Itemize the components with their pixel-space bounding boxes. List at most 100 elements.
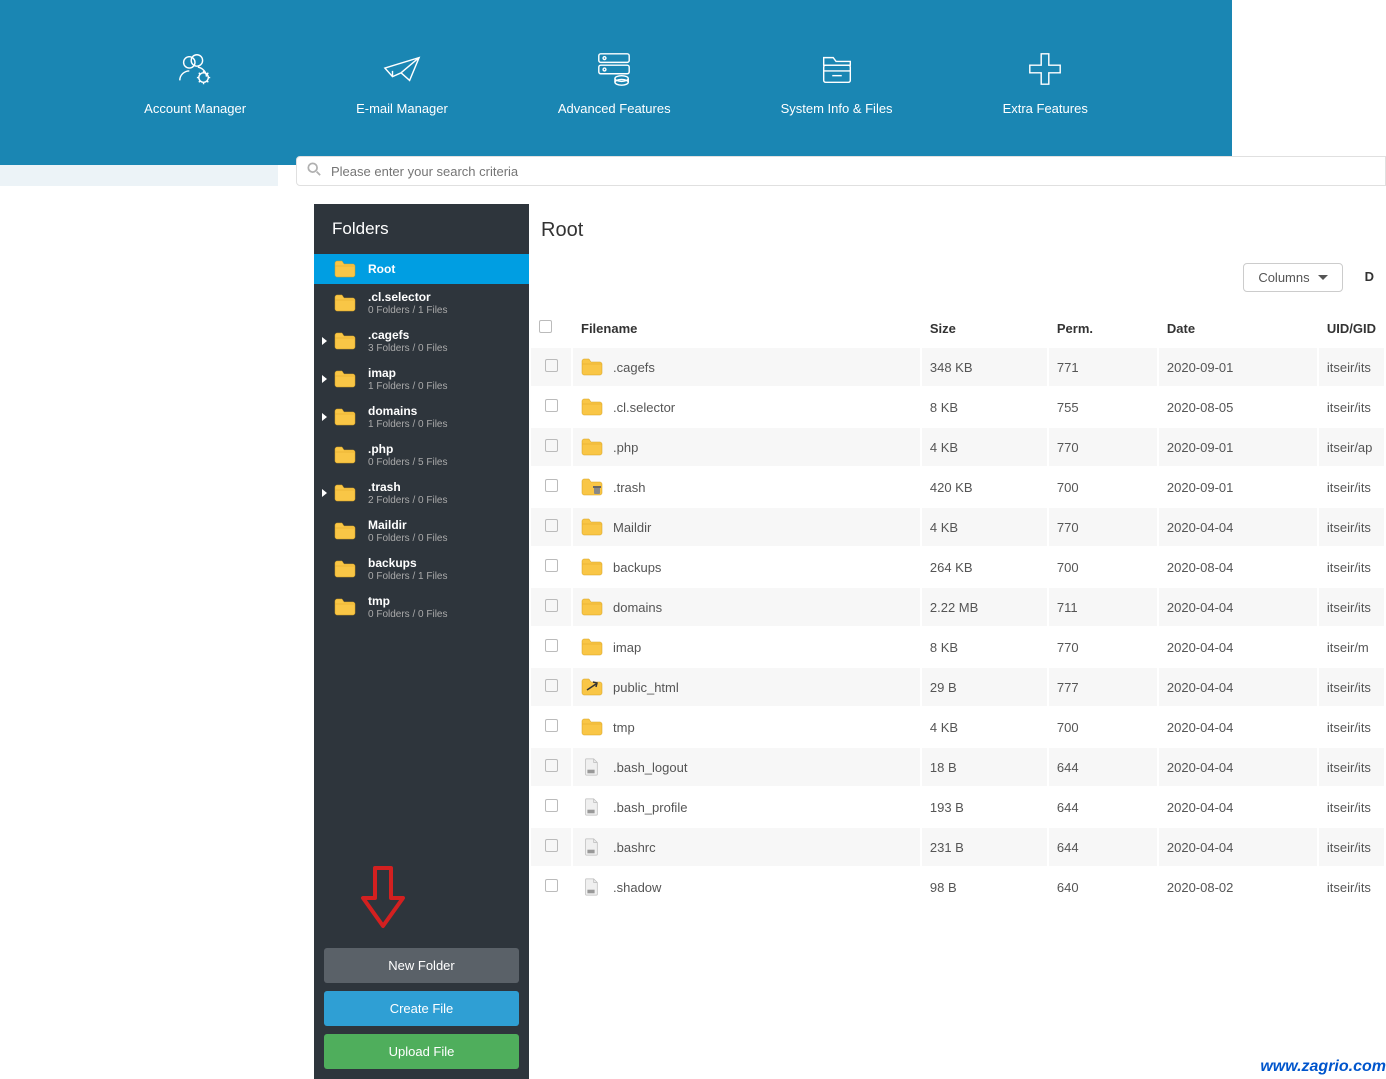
filename-text: backups [613,560,661,575]
cell-date: 2020-04-04 [1159,628,1317,666]
table-row[interactable]: public_html29 B7772020-04-04itseir/its [531,668,1384,706]
row-checkbox[interactable] [531,748,571,786]
folder-meta: 1 Folders / 0 Files [368,381,447,392]
file-type-icon [581,678,601,696]
table-row[interactable]: backups264 KB7002020-08-04itseir/its [531,548,1384,586]
table-row[interactable]: .bashrc231 B6442020-04-04itseir/its [531,828,1384,866]
table-row[interactable]: .cagefs348 KB7712020-09-01itseir/its [531,348,1384,386]
folder-meta: 2 Folders / 0 Files [368,495,447,506]
file-type-icon [581,758,601,776]
cell-date: 2020-09-01 [1159,468,1317,506]
sidebar-folder-item[interactable]: backups0 Folders / 1 Files [314,550,529,588]
row-checkbox[interactable] [531,548,571,586]
cell-perm: 640 [1049,868,1157,906]
cell-filename: .cagefs [573,348,920,386]
folder-meta: 3 Folders / 0 Files [368,343,447,354]
nav-extra-features[interactable]: Extra Features [1003,49,1088,116]
cell-uidgid: itseir/its [1319,588,1384,626]
header-size[interactable]: Size [922,310,1047,346]
table-header-row: Filename Size Perm. Date UID/GID [531,310,1384,346]
folder-icon [334,260,356,278]
header-filename[interactable]: Filename [573,310,920,346]
cell-size: 98 B [922,868,1047,906]
cell-size: 4 KB [922,428,1047,466]
cell-perm: 644 [1049,828,1157,866]
cell-perm: 770 [1049,508,1157,546]
cell-filename: public_html [573,668,920,706]
new-folder-button[interactable]: New Folder [324,948,519,983]
table-row[interactable]: domains2.22 MB7112020-04-04itseir/its [531,588,1384,626]
columns-button[interactable]: Columns [1243,263,1342,292]
row-checkbox[interactable] [531,708,571,746]
cell-date: 2020-09-01 [1159,428,1317,466]
table-row[interactable]: imap8 KB7702020-04-04itseir/m [531,628,1384,666]
table-row[interactable]: .php4 KB7702020-09-01itseir/ap [531,428,1384,466]
row-checkbox[interactable] [531,668,571,706]
sidebar-folder-item[interactable]: Maildir0 Folders / 0 Files [314,512,529,550]
table-row[interactable]: Maildir4 KB7702020-04-04itseir/its [531,508,1384,546]
cell-perm: 644 [1049,788,1157,826]
row-checkbox[interactable] [531,388,571,426]
row-checkbox[interactable] [531,628,571,666]
row-checkbox[interactable] [531,828,571,866]
header-uidgid[interactable]: UID/GID [1319,310,1384,346]
folder-name: domains [368,404,447,418]
folder-text: tmp0 Folders / 0 Files [368,594,447,620]
cell-date: 2020-04-04 [1159,668,1317,706]
top-nav: Account Manager E-mail Manager Advanced … [0,0,1232,165]
row-checkbox[interactable] [531,588,571,626]
cell-filename: imap [573,628,920,666]
nav-advanced-features[interactable]: Advanced Features [558,49,671,116]
header-checkbox[interactable] [531,310,571,346]
nav-system-info[interactable]: System Info & Files [781,49,893,116]
search-input[interactable] [331,164,1375,179]
table-row[interactable]: .bash_logout18 B6442020-04-04itseir/its [531,748,1384,786]
sidebar-folder-item[interactable]: domains1 Folders / 0 Files [314,398,529,436]
header-date[interactable]: Date [1159,310,1317,346]
filename-text: tmp [613,720,635,735]
sidebar-folder-item[interactable]: .php0 Folders / 5 Files [314,436,529,474]
filename-text: Maildir [613,520,651,535]
row-checkbox[interactable] [531,868,571,906]
filename-text: public_html [613,680,679,695]
row-checkbox[interactable] [531,428,571,466]
cell-uidgid: itseir/its [1319,748,1384,786]
row-checkbox[interactable] [531,788,571,826]
cell-date: 2020-04-04 [1159,748,1317,786]
sidebar-folder-item[interactable]: .cagefs3 Folders / 0 Files [314,322,529,360]
sidebar-actions: New Folder Create File Upload File [314,938,529,1079]
table-row[interactable]: .shadow98 B6402020-08-02itseir/its [531,868,1384,906]
cell-uidgid: itseir/ap [1319,428,1384,466]
cell-uidgid: itseir/its [1319,788,1384,826]
cell-filename: domains [573,588,920,626]
table-row[interactable]: .bash_profile193 B6442020-04-04itseir/it… [531,788,1384,826]
nav-account-manager[interactable]: Account Manager [144,49,246,116]
sidebar-folder-item[interactable]: imap1 Folders / 0 Files [314,360,529,398]
folder-icon [334,294,356,312]
sidebar-folder-item[interactable]: Root [314,254,529,284]
header-perm[interactable]: Perm. [1049,310,1157,346]
search-bar[interactable] [296,156,1386,186]
table-row[interactable]: .trash420 KB7002020-09-01itseir/its [531,468,1384,506]
folder-name: tmp [368,594,447,608]
row-checkbox[interactable] [531,468,571,506]
sidebar-folder-item[interactable]: .cl.selector0 Folders / 1 Files [314,284,529,322]
cell-size: 348 KB [922,348,1047,386]
sidebar: Folders Root.cl.selector0 Folders / 1 Fi… [314,204,529,1079]
row-checkbox[interactable] [531,348,571,386]
upload-file-button[interactable]: Upload File [324,1034,519,1069]
create-file-button[interactable]: Create File [324,991,519,1026]
row-checkbox[interactable] [531,508,571,546]
table-row[interactable]: tmp4 KB7002020-04-04itseir/its [531,708,1384,746]
folder-icon [334,408,356,426]
cell-uidgid: itseir/its [1319,548,1384,586]
nav-email-manager[interactable]: E-mail Manager [356,49,448,116]
table-row[interactable]: .cl.selector8 KB7552020-08-05itseir/its [531,388,1384,426]
cell-filename: .bash_logout [573,748,920,786]
cell-perm: 755 [1049,388,1157,426]
folder-name: .trash [368,480,447,494]
file-type-icon [581,358,601,376]
cell-size: 18 B [922,748,1047,786]
sidebar-folder-item[interactable]: tmp0 Folders / 0 Files [314,588,529,626]
sidebar-folder-item[interactable]: .trash2 Folders / 0 Files [314,474,529,512]
